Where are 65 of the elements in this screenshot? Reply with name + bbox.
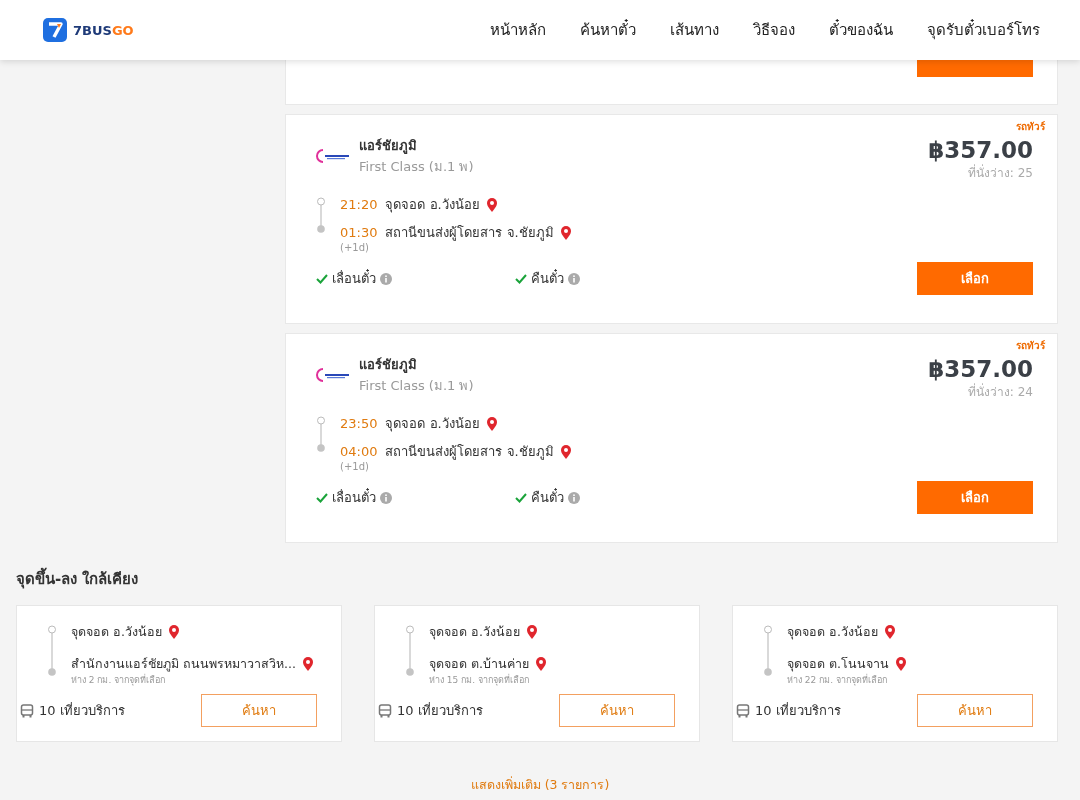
section-title: จุดขึ้น-ลง ใกล้เคียง [16,567,1064,591]
route-timeline-icon [47,625,57,677]
origin-stop: จุดจอด อ.วังน้อย [429,623,520,642]
trip-count: 10 เที่ยวบริการ [397,701,483,720]
map-pin-icon[interactable] [525,624,538,640]
next-day-note: (+1d) [340,242,370,253]
departure-time: 21:20 [340,197,378,212]
bus-class: First Class (ม.1 พ) [359,158,474,176]
departure-time: 23:50 [340,416,378,431]
operator-logo-icon [313,148,351,164]
feature-label: เลื่อนตั๋ว [332,268,376,288]
map-pin-icon[interactable] [534,656,547,672]
origin-stop: จุดจอด อ.วังน้อย [787,623,878,642]
feature-label: เลื่อนตั๋ว [332,487,376,507]
distance-note: ห่าง 15 กม. จากจุดที่เลือก [429,673,530,687]
nav-link[interactable]: ตั๋วของฉัน [829,18,893,42]
map-pin-icon[interactable] [559,224,572,241]
logo-text[interactable]: 7BUSGO [73,22,134,38]
bus-icon [378,703,392,718]
route-timeline-icon [316,416,326,452]
arrival-place: สถานีขนส่งผู้โดยสาร จ.ชัยภูมิ [385,443,554,462]
seats-available: ที่นั่งว่าง: 24 [966,382,1033,401]
destination-stop: สำนักงานแอร์ชัยภูมิ ถนนพรหมาวาสวิห... [71,655,296,674]
feature-label: คืนตั๋ว [531,487,564,507]
map-pin-icon[interactable] [167,624,180,640]
seats-available: ที่นั่งว่าง: 25 [966,163,1033,182]
nav-link[interactable]: หน้าหลัก [490,18,546,42]
arrival-time: 01:30 [340,225,378,240]
bus-type-label: รถทัวร์ [1016,339,1045,353]
bus-icon [736,703,750,718]
feature-label: คืนตั๋ว [531,268,564,288]
arrival-place: สถานีขนส่งผู้โดยสาร จ.ชัยภูมิ [385,224,554,243]
map-pin-icon[interactable] [559,443,572,460]
nav-link[interactable]: เส้นทาง [670,18,719,42]
nav-link[interactable]: วิธีจอง [753,18,795,42]
operator-name: แอร์ชัยภูมิ [359,137,418,156]
map-pin-icon[interactable] [301,656,314,672]
departure-place: จุดจอด อ.วังน้อย [385,196,480,215]
map-pin-icon[interactable] [883,624,896,640]
operator-logo-icon [313,367,351,383]
departure-place: จุดจอด อ.วังน้อย [385,415,480,434]
origin-stop: จุดจอด อ.วังน้อย [71,623,162,642]
map-pin-icon[interactable] [485,196,498,213]
route-timeline-icon [316,197,326,233]
nav-link[interactable]: ค้นหาตั๋ว [580,18,636,42]
bus-type-label: รถทัวร์ [1016,120,1045,134]
trip-count: 10 เที่ยวบริการ [39,701,125,720]
map-pin-icon[interactable] [485,415,498,432]
next-day-note: (+1d) [340,461,370,472]
destination-stop: จุดจอด ต.บ้านค่าย [429,655,529,674]
route-timeline-icon [763,625,773,677]
trip-count: 10 เที่ยวบริการ [755,701,841,720]
bus-class: First Class (ม.1 พ) [359,377,474,395]
route-timeline-icon [405,625,415,677]
distance-note: ห่าง 2 กม. จากจุดที่เลือก [71,673,167,687]
ticket-price: ฿357.00 [928,137,1033,163]
arrival-time: 04:00 [340,444,378,459]
distance-note: ห่าง 22 กม. จากจุดที่เลือก [787,673,888,687]
destination-stop: จุดจอด ต.โนนจาน [787,655,889,674]
operator-name: แอร์ชัยภูมิ [359,356,418,375]
map-pin-icon[interactable] [894,656,907,672]
logo-icon[interactable] [43,18,67,42]
nav-link[interactable]: จุดรับตั๋วเบอร์โทร [927,18,1040,42]
bus-icon [20,703,34,718]
ticket-price: ฿357.00 [928,356,1033,382]
